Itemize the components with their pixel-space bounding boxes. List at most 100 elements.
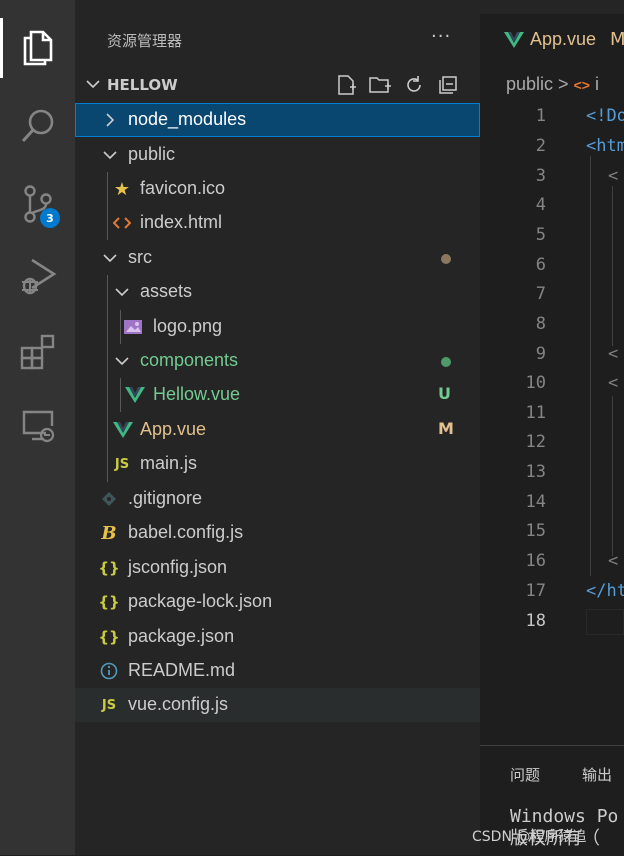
code-line[interactable]: <: [608, 551, 618, 571]
tree-item-label: README.md: [128, 660, 236, 680]
workspace-section-header[interactable]: HELLOW: [75, 68, 480, 102]
tree-item-jsconfig-json[interactable]: {} jsconfig.json: [75, 551, 480, 585]
line-number: 13: [525, 462, 546, 482]
remote-explorer-icon[interactable]: [0, 396, 75, 456]
more-actions-icon[interactable]: ···: [431, 26, 451, 47]
workspace-name: HELLOW: [107, 76, 178, 94]
tree-item-label: src: [128, 247, 152, 267]
source-control-badge: 3: [40, 208, 60, 228]
tree-item-label: App.vue: [140, 419, 207, 439]
line-number: 4: [535, 195, 546, 215]
tree-item-assets[interactable]: assets: [75, 275, 480, 309]
line-number: 3: [535, 166, 546, 186]
code-token: <: [608, 373, 619, 393]
code-line[interactable]: </ht: [586, 581, 624, 601]
line-number: 11: [525, 403, 546, 423]
info-file-icon: [99, 661, 119, 681]
star-icon: ★: [113, 178, 131, 200]
explorer-sidebar: 资源管理器 ··· HELLOW node_modules public ★ f…: [75, 0, 480, 855]
breadcrumb-item[interactable]: public: [506, 74, 553, 94]
tree-item-app-vue[interactable]: App.vue M: [75, 413, 480, 447]
new-folder-icon[interactable]: [367, 72, 393, 98]
modified-dot-icon: [441, 254, 451, 264]
tree-item-package-json[interactable]: {} package.json: [75, 620, 480, 654]
tab-label: App.vue: [530, 29, 597, 49]
tree-item-label: public: [128, 144, 176, 164]
tab-bar: App.vue M: [480, 0, 624, 68]
vue-file-icon: [125, 385, 145, 405]
tree-item-label: vue.config.js: [128, 694, 229, 714]
explorer-icon[interactable]: [0, 18, 75, 78]
tree-item-node-modules[interactable]: node_modules: [75, 103, 480, 137]
new-file-icon[interactable]: [333, 72, 359, 98]
tab-app-vue[interactable]: App.vue M: [480, 14, 624, 68]
tree-item-gitignore[interactable]: .gitignore: [75, 482, 480, 516]
chevron-down-icon: [114, 353, 130, 373]
babel-file-icon: B: [101, 522, 117, 544]
breadcrumb: public > <> i: [506, 74, 599, 95]
js-file-icon: JS: [114, 456, 130, 472]
extensions-icon[interactable]: [0, 322, 75, 382]
tree-item-label: package-lock.json: [128, 591, 273, 611]
line-number: 10: [525, 373, 546, 393]
tree-item-main-js[interactable]: JS main.js: [75, 447, 480, 481]
chevron-down-icon: [114, 284, 130, 304]
tab-problems[interactable]: 问题: [510, 764, 540, 785]
run-debug-icon[interactable]: [0, 246, 75, 306]
breadcrumb-item[interactable]: i: [595, 74, 599, 94]
tree-item-babel-config[interactable]: B babel.config.js: [75, 516, 480, 550]
code-line[interactable]: <: [608, 373, 618, 393]
tree-item-logo-png[interactable]: logo.png: [75, 310, 480, 344]
code-token: <htm: [586, 136, 624, 156]
chevron-right-icon: [103, 112, 117, 132]
tree-item-public[interactable]: public: [75, 138, 480, 172]
tree-item-label: Hellow.vue: [153, 384, 241, 404]
code-token: <: [608, 551, 619, 571]
tab-output[interactable]: 输出: [582, 764, 612, 785]
tree-item-label: main.js: [140, 453, 198, 473]
search-icon[interactable]: [0, 96, 75, 156]
tree-item-index-html[interactable]: index.html: [75, 206, 480, 240]
watermark: CSDN @程序猿追: [472, 829, 587, 845]
terminal-line: Windows Po: [510, 806, 619, 827]
code-token: </ht: [586, 581, 624, 601]
tree-item-label: node_modules: [128, 109, 247, 129]
line-number: 9: [535, 344, 546, 364]
line-number-current: 18: [525, 611, 546, 631]
tree-item-components[interactable]: components: [75, 344, 480, 378]
json-file-icon: {}: [98, 559, 120, 577]
json-file-icon: {}: [98, 628, 120, 646]
collapse-all-icon[interactable]: [435, 72, 461, 98]
vue-file-icon: [504, 31, 524, 53]
line-number: 17: [525, 581, 546, 601]
json-file-icon: {}: [98, 593, 120, 611]
tree-item-readme[interactable]: README.md: [75, 654, 480, 688]
refresh-icon[interactable]: [401, 72, 427, 98]
line-number: 8: [535, 314, 546, 334]
line-number: 5: [535, 225, 546, 245]
code-line[interactable]: <htm: [586, 136, 624, 156]
code-line[interactable]: <: [608, 166, 618, 186]
tree-item-label: favicon.ico: [140, 178, 226, 198]
line-number: 16: [525, 551, 546, 571]
activity-bar: 3: [0, 0, 75, 855]
code-token: <: [608, 344, 619, 364]
tree-item-label: .gitignore: [128, 488, 203, 508]
current-line-highlight[interactable]: [586, 609, 624, 635]
tree-item-vue-config[interactable]: JS vue.config.js: [75, 688, 480, 722]
code-line[interactable]: <: [608, 344, 618, 364]
code-line[interactable]: <!Do: [586, 106, 624, 126]
modified-status: M: [438, 419, 454, 438]
line-number: 6: [535, 255, 546, 275]
indent-guide: [590, 156, 591, 576]
breadcrumb-separator: >: [558, 74, 569, 94]
git-file-icon: [99, 489, 119, 509]
tree-item-src[interactable]: src: [75, 241, 480, 275]
tree-item-favicon[interactable]: ★ favicon.ico: [75, 172, 480, 206]
line-number: 12: [525, 432, 546, 452]
tree-item-package-lock-json[interactable]: {} package-lock.json: [75, 585, 480, 619]
source-control-icon[interactable]: 3: [0, 174, 75, 234]
chevron-down-icon: [85, 76, 101, 96]
tree-item-hellow-vue[interactable]: Hellow.vue U: [75, 378, 480, 412]
tree-item-label: logo.png: [153, 316, 223, 336]
